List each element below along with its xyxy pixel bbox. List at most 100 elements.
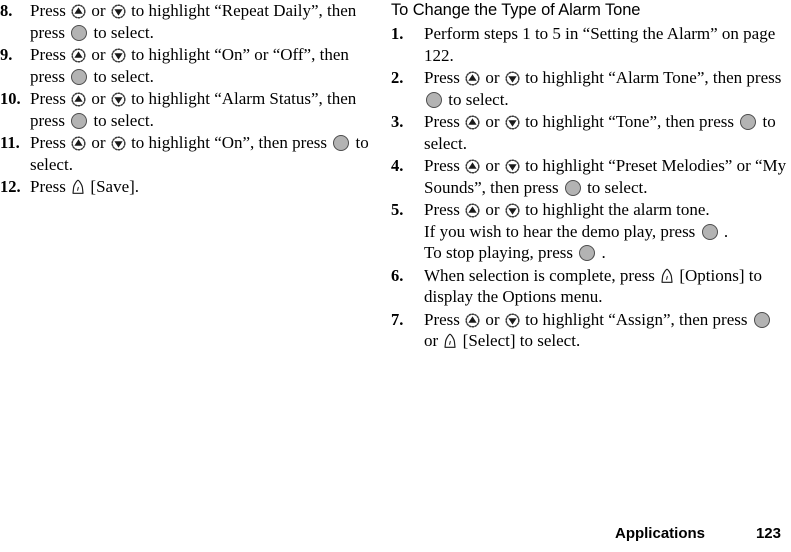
nav-up-icon [71, 136, 86, 151]
text-run: [Select] to select. [458, 331, 581, 350]
text-run: Press [424, 156, 465, 175]
text-run: or [87, 89, 110, 108]
step-text: Press or to highlight “Repeat Daily”, th… [30, 0, 385, 43]
step-number: 12. [0, 177, 21, 196]
step-item: 5. Press or to highlight the alarm tone. I… [391, 199, 787, 264]
step-item: 8. Press or to highlight “Repeat Daily”, … [0, 0, 385, 43]
text-run: or [87, 133, 110, 152]
center-select-icon [753, 311, 770, 328]
nav-up-icon [71, 48, 86, 63]
text-run: When selection is complete, press [424, 265, 660, 285]
step-number: 5. [391, 200, 404, 219]
step-subtext: If you wish to hear the demo play, press… [424, 221, 787, 243]
step-text: Press or to highlight “On” or “Off”, the… [30, 44, 385, 87]
section-heading: To Change the Type of Alarm Tone [391, 1, 641, 19]
text-run: Press [30, 45, 71, 64]
text-run: Press [424, 68, 465, 87]
step-text: Press or to highlight “On”, then press t… [30, 132, 385, 175]
nav-down-icon [505, 312, 520, 328]
nav-up-icon [465, 203, 480, 218]
step-text: Press or to highlight “Tone”, then press… [424, 111, 787, 154]
step-item: 3. Press or to highlight “Tone”, then pre… [391, 111, 787, 154]
center-select-icon [71, 24, 88, 41]
text-run: to select. [582, 177, 648, 197]
nav-up-icon [71, 4, 86, 19]
step-text: Perform steps 1 to 5 in “Setting the Ala… [424, 23, 787, 66]
text-run: Press [30, 1, 71, 20]
text-run: to highlight “Assign”, then press [520, 309, 752, 329]
text-run: or [481, 156, 504, 175]
text-run: to select. [444, 89, 509, 109]
nav-up-icon [465, 115, 480, 130]
footer-chapter-title: Applications [614, 524, 705, 542]
text-run: or [481, 309, 504, 329]
step-item: 4. Press or to highlight “Preset Melodies… [391, 155, 787, 198]
text-run: to select. [89, 22, 154, 42]
step-item: 12. Press [Save]. [0, 176, 385, 198]
step-item: 6. When selection is complete, press [Opt… [391, 265, 787, 308]
left-column: 8. Press or to highlight “Repeat Daily”, … [0, 0, 391, 199]
nav-down-icon [111, 92, 126, 107]
step-number: 3. [391, 112, 404, 131]
center-select-icon [71, 68, 88, 85]
footer-page-number: 123 [755, 524, 781, 542]
text-run: or [87, 1, 110, 20]
center-select-icon [333, 135, 350, 151]
step-number: 7. [391, 309, 404, 329]
step-number: 1. [391, 24, 404, 43]
step-item: 2. Press or to highlight “Alarm Tone”, th… [391, 67, 787, 110]
step-number: 4. [391, 156, 404, 175]
nav-down-icon [505, 159, 520, 174]
text-run: to select. [89, 66, 154, 86]
step-text: Press or to highlight the alarm tone. [424, 199, 787, 221]
text-run: to highlight “Tone”, then press [520, 112, 739, 131]
nav-up-icon [465, 71, 480, 86]
text-run: Press [30, 89, 71, 108]
nav-down-icon [505, 203, 520, 218]
center-select-icon [71, 112, 88, 129]
center-select-icon [701, 223, 718, 240]
soft-key-icon [71, 179, 85, 195]
center-select-icon [579, 245, 596, 261]
nav-down-icon [111, 48, 126, 63]
text-run: Press [30, 133, 71, 152]
right-column: To Change the Type of Alarm Tone 1. Perfo… [391, 0, 791, 353]
text-run: to select. [89, 110, 154, 130]
nav-up-icon [71, 92, 86, 107]
text-run: Press [424, 309, 465, 329]
center-select-icon [564, 179, 581, 196]
text-run: to highlight “Alarm Tone”, then press [520, 68, 782, 87]
step-number: 9. [0, 45, 13, 64]
nav-down-icon [505, 115, 520, 130]
step-number: 8. [0, 1, 13, 20]
page-footer: Applications 123 [0, 522, 791, 544]
step-number: 11. [0, 133, 20, 152]
text-run: [Save]. [86, 177, 140, 196]
left-column-step-list: 8. Press or to highlight “Repeat Daily”, … [0, 0, 385, 198]
step-text: Press [Save]. [30, 176, 385, 198]
text-run: Press [30, 177, 71, 196]
step-number: 6. [391, 265, 404, 285]
step-text: Press or to highlight “Preset Melodies” … [424, 155, 787, 198]
text-run: . [597, 243, 606, 262]
text-run: If you wish to hear the demo play, press [424, 221, 700, 241]
text-run: Press [424, 112, 465, 131]
manual-page: 8. Press or to highlight “Repeat Daily”, … [0, 0, 791, 552]
two-column-body: 8. Press or to highlight “Repeat Daily”, … [0, 0, 791, 353]
nav-down-icon [111, 4, 126, 19]
nav-down-icon [505, 71, 520, 86]
center-select-icon [740, 114, 757, 130]
text-run: . [719, 221, 729, 241]
step-number: 10. [0, 89, 21, 108]
text-run: Perform steps 1 to 5 in “Setting the Ala… [424, 24, 776, 65]
right-column-step-list: 1. Perform steps 1 to 5 in “Setting the A… [391, 23, 787, 352]
step-text: Press or to highlight “Alarm Status”, th… [30, 88, 385, 131]
step-text: Press or to highlight “Alarm Tone”, then… [424, 67, 787, 110]
nav-up-icon [465, 159, 480, 174]
step-subtext: To stop playing, press . [424, 242, 787, 264]
text-run: To stop playing, press [424, 243, 578, 262]
text-run: to highlight “On”, then press [126, 133, 332, 152]
soft-key-icon [660, 268, 674, 284]
step-item: 1. Perform steps 1 to 5 in “Setting the A… [391, 23, 787, 66]
step-item: 10. Press or to highlight “Alarm Status”,… [0, 88, 385, 131]
